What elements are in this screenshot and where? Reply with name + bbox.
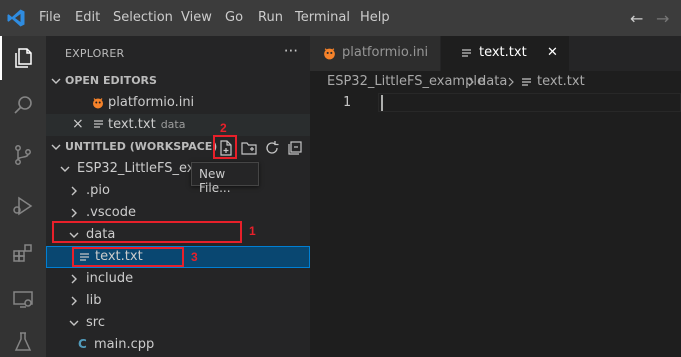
new-file-tooltip: New File... bbox=[191, 162, 259, 195]
refresh-icon[interactable] bbox=[263, 139, 281, 157]
editor-tabs: platformio.ini text.txt ✕ bbox=[310, 36, 681, 71]
text-file-icon bbox=[522, 78, 531, 86]
text-cursor bbox=[381, 95, 383, 111]
tab-platformio-ini[interactable]: platformio.ini bbox=[310, 36, 440, 71]
chevron-down-icon bbox=[51, 144, 61, 150]
open-editor-label: text.txt data bbox=[108, 117, 185, 132]
forward-arrow-icon[interactable]: → bbox=[656, 9, 669, 28]
platformio-icon bbox=[93, 98, 103, 109]
annotation-box-1 bbox=[52, 221, 242, 243]
tree-label: lib bbox=[86, 293, 102, 308]
breadcrumb: ESP32_LittleFS_example data text.txt bbox=[310, 71, 681, 93]
explorer-header: EXPLORER ··· bbox=[46, 36, 310, 70]
annotation-box-3 bbox=[72, 247, 184, 267]
tree-label: src bbox=[86, 315, 105, 330]
breadcrumb-item[interactable]: ESP32_LittleFS_example bbox=[327, 74, 485, 89]
annotation-number-1: 1 bbox=[249, 224, 256, 238]
tree-folder[interactable]: include bbox=[46, 268, 310, 290]
explorer-sidebar: EXPLORER ··· OPEN EDITORS platformio.ini… bbox=[46, 36, 310, 357]
tree-folder[interactable]: src bbox=[46, 312, 310, 334]
cpp-file-icon: C bbox=[78, 337, 87, 351]
tree-folder[interactable]: .pio bbox=[46, 180, 310, 202]
remote-explorer-icon[interactable] bbox=[0, 277, 46, 321]
search-icon[interactable] bbox=[0, 83, 46, 127]
menu-edit[interactable]: Edit bbox=[75, 10, 100, 25]
chevron-down-icon bbox=[51, 78, 61, 84]
file-name: text.txt bbox=[108, 117, 156, 132]
more-actions-icon[interactable]: ··· bbox=[284, 42, 298, 60]
annotation-number-2: 2 bbox=[220, 121, 227, 135]
menu-terminal[interactable]: Terminal bbox=[295, 10, 350, 25]
file-folder-hint: data bbox=[160, 118, 186, 131]
code-editor[interactable]: 1 bbox=[310, 93, 681, 357]
workspace-title: UNTITLED (WORKSPACE) bbox=[65, 140, 218, 153]
new-folder-icon[interactable] bbox=[240, 139, 258, 157]
tab-label: platformio.ini bbox=[342, 45, 429, 60]
menu-go[interactable]: Go bbox=[225, 10, 243, 25]
breadcrumb-item[interactable]: text.txt bbox=[537, 74, 585, 89]
text-file-icon bbox=[462, 49, 471, 57]
open-editors-section[interactable]: OPEN EDITORS bbox=[46, 70, 310, 92]
close-icon[interactable]: × bbox=[72, 116, 84, 132]
annotation-box-2 bbox=[213, 135, 237, 159]
tab-text-txt[interactable]: text.txt ✕ bbox=[441, 36, 569, 71]
tree-folder[interactable]: ESP32_LittleFS_exam bbox=[46, 158, 310, 180]
chevron-right-icon bbox=[508, 77, 514, 87]
text-file-icon bbox=[94, 120, 103, 128]
menu-view[interactable]: View bbox=[181, 10, 212, 25]
tree-label: .vscode bbox=[86, 205, 136, 220]
chevron-down-icon bbox=[60, 166, 70, 172]
menu-help[interactable]: Help bbox=[360, 10, 390, 25]
tree-label: .pio bbox=[86, 183, 110, 198]
source-control-icon[interactable] bbox=[0, 133, 46, 177]
chevron-right-icon bbox=[71, 274, 77, 284]
breadcrumb-item[interactable]: data bbox=[478, 74, 507, 89]
open-editor-item[interactable]: platformio.ini bbox=[46, 92, 310, 114]
annotation-number-3: 3 bbox=[191, 250, 198, 264]
activity-bar bbox=[0, 36, 46, 357]
menu-file[interactable]: File bbox=[39, 10, 61, 25]
explorer-icon[interactable] bbox=[0, 36, 46, 80]
extensions-icon[interactable] bbox=[0, 231, 46, 275]
vscode-logo-icon[interactable] bbox=[6, 8, 26, 28]
tab-label: text.txt bbox=[479, 45, 527, 60]
menu-selection[interactable]: Selection bbox=[113, 10, 173, 25]
open-editor-item[interactable]: × text.txt data bbox=[46, 114, 310, 136]
tree-label: include bbox=[86, 271, 134, 286]
chevron-right-icon bbox=[71, 186, 77, 196]
chevron-right-icon bbox=[71, 208, 77, 218]
open-editor-label: platformio.ini bbox=[108, 95, 195, 110]
open-editors-title: OPEN EDITORS bbox=[65, 74, 157, 87]
tree-label: main.cpp bbox=[94, 337, 155, 352]
run-debug-icon[interactable] bbox=[0, 184, 46, 228]
explorer-title: EXPLORER bbox=[65, 47, 125, 60]
collapse-all-icon[interactable] bbox=[286, 139, 304, 157]
chevron-right-icon bbox=[468, 77, 474, 87]
chevron-right-icon bbox=[71, 296, 77, 306]
line-number: 1 bbox=[343, 95, 351, 110]
back-arrow-icon[interactable]: ← bbox=[630, 9, 643, 28]
tooltip-text: New File... bbox=[199, 167, 231, 195]
tree-file[interactable]: C main.cpp bbox=[46, 334, 310, 356]
tree-folder[interactable]: lib bbox=[46, 290, 310, 312]
platformio-icon bbox=[324, 48, 335, 60]
testing-icon[interactable] bbox=[0, 320, 46, 357]
current-line-highlight bbox=[378, 93, 681, 112]
tab-close-icon[interactable]: ✕ bbox=[547, 45, 558, 60]
title-bar: File Edit Selection View Go Run Terminal… bbox=[0, 0, 681, 36]
menu-run[interactable]: Run bbox=[258, 10, 283, 25]
chevron-down-icon bbox=[69, 320, 79, 326]
